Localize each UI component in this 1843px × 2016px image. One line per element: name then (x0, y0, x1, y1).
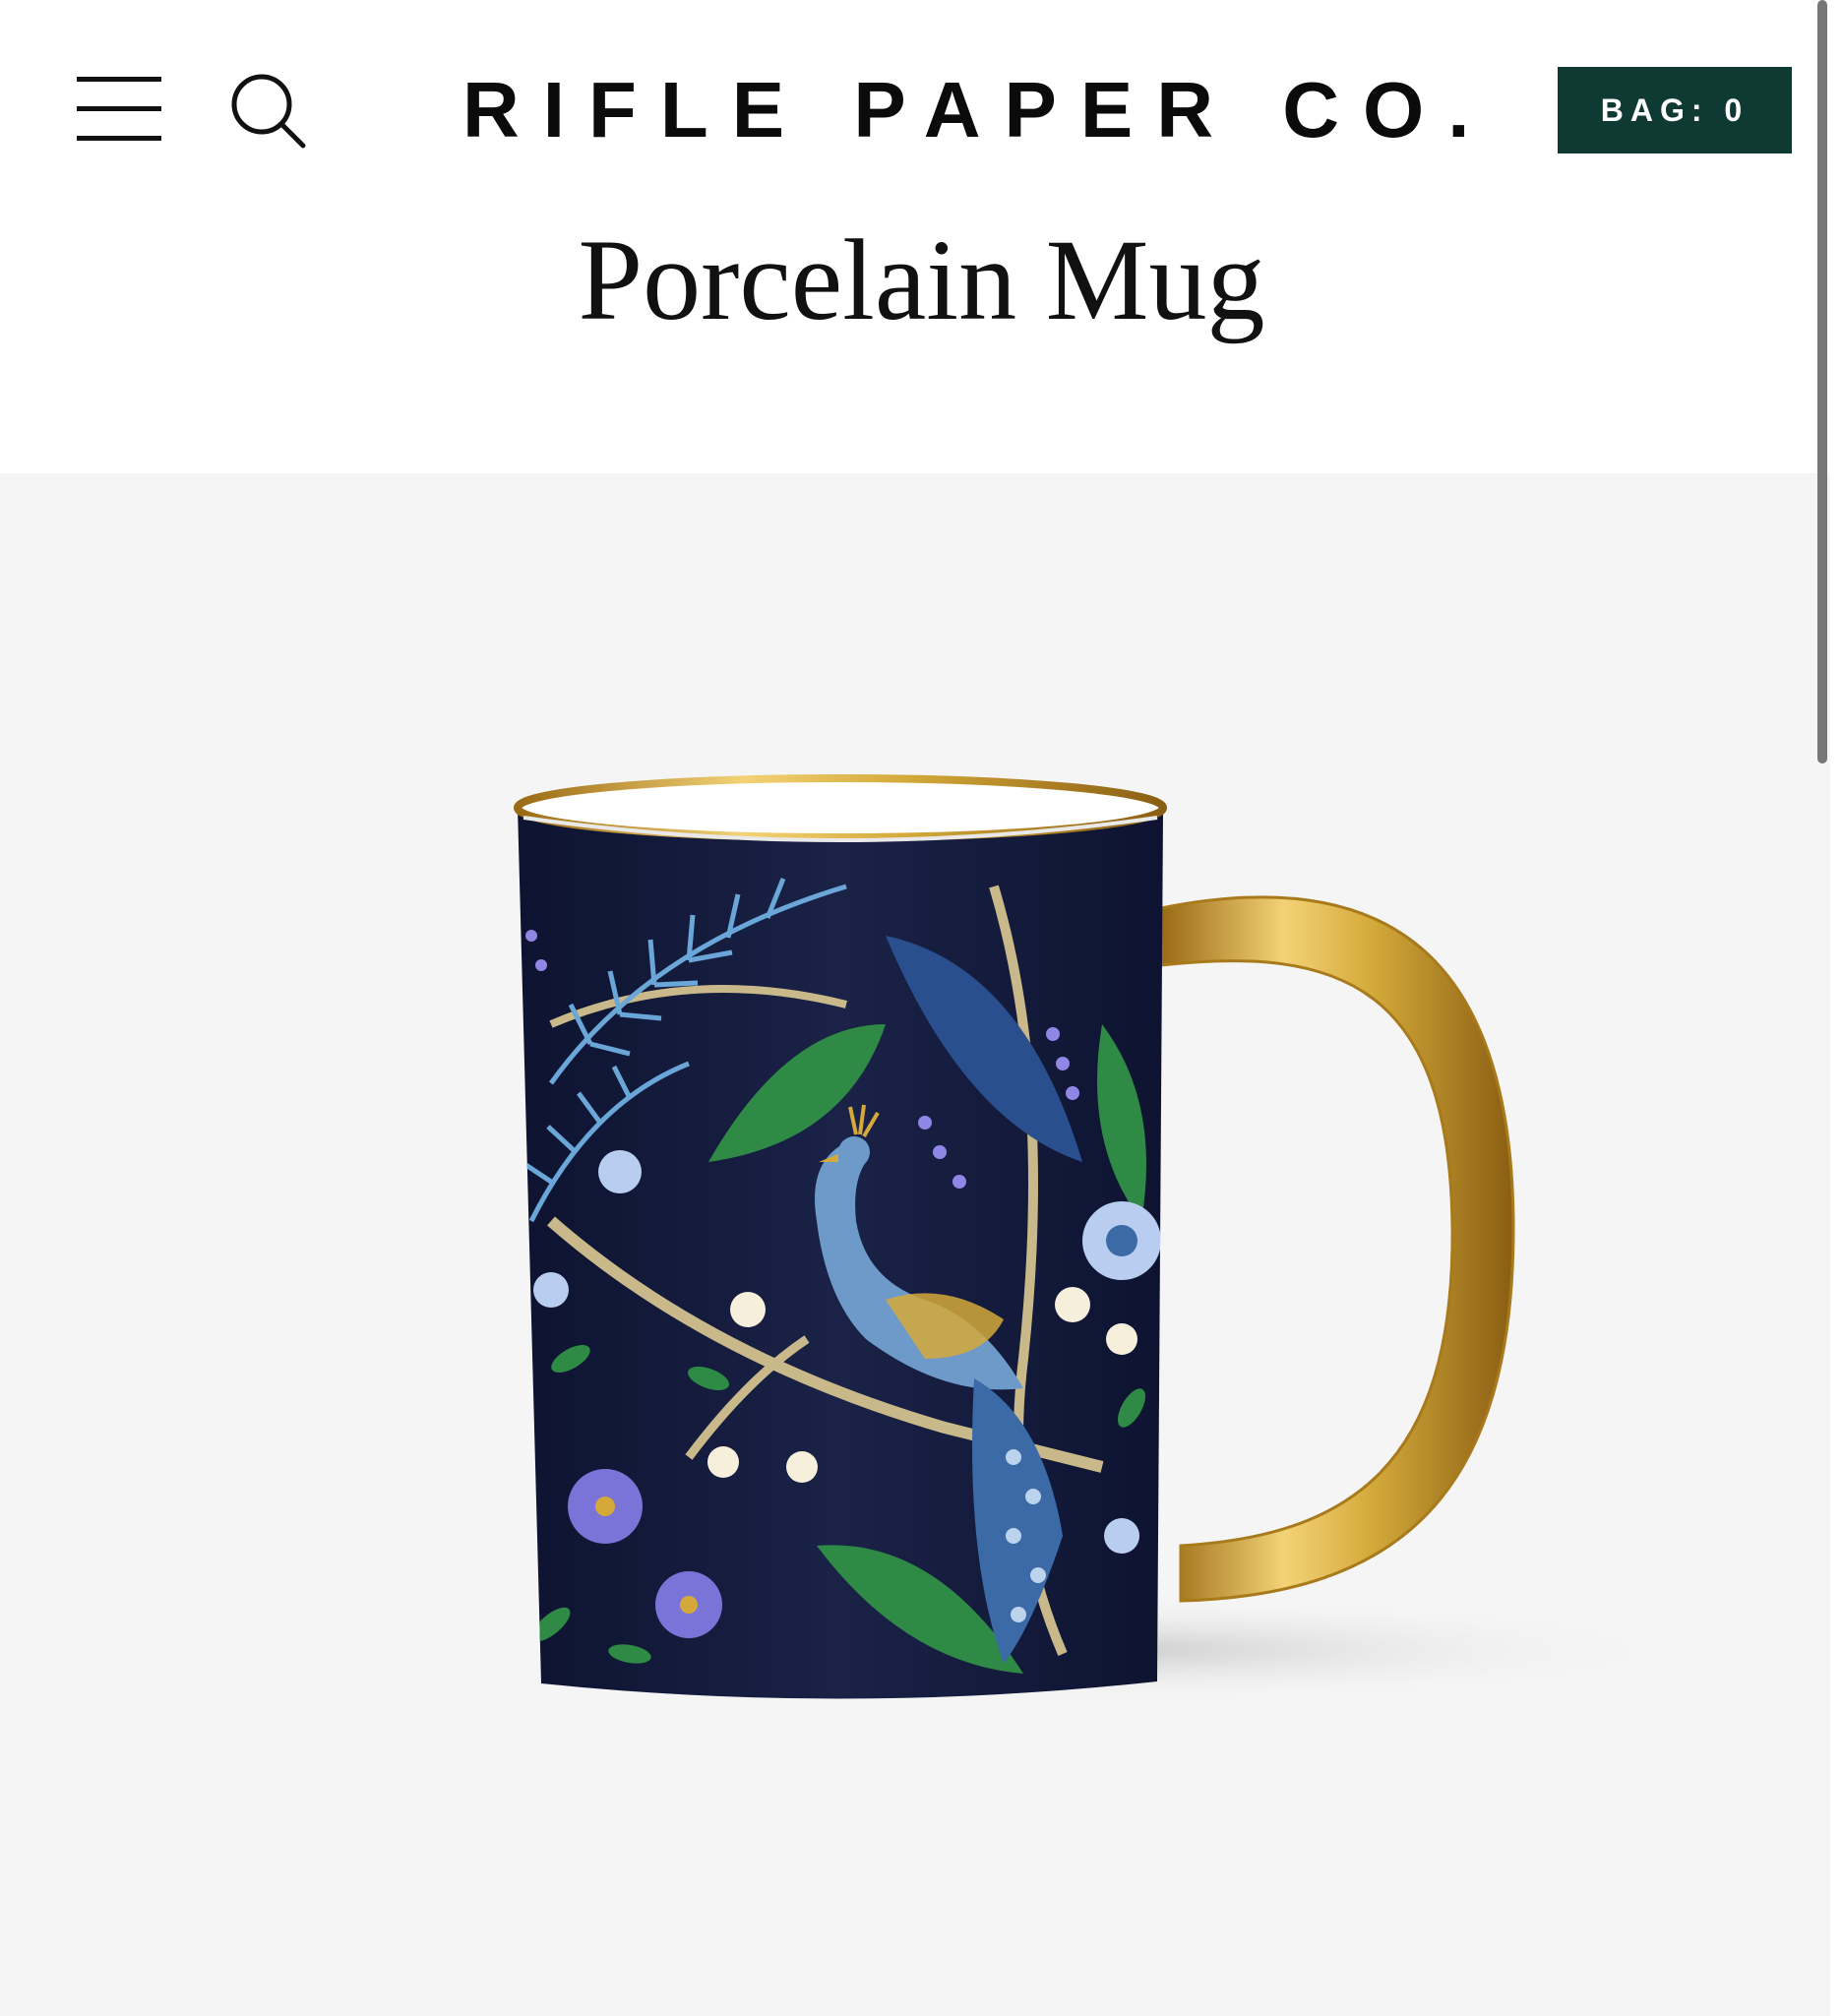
product-title: Porcelain Mug (578, 215, 1265, 344)
search-icon[interactable] (226, 69, 309, 152)
bag-button[interactable]: BAG: 0 (1558, 67, 1792, 153)
page-scrollbar[interactable] (1817, 0, 1827, 764)
product-image[interactable] (0, 473, 1830, 2016)
site-header: RIFLE PAPER CO. BAG: 0 (0, 0, 1843, 216)
site-logo[interactable]: RIFLE PAPER CO. (462, 61, 1469, 159)
product-page: RIFLE PAPER CO. BAG: 0 Porcelain Mug (0, 0, 1843, 2016)
hamburger-menu-icon[interactable] (77, 73, 163, 146)
mug-illustration (512, 774, 1692, 1704)
